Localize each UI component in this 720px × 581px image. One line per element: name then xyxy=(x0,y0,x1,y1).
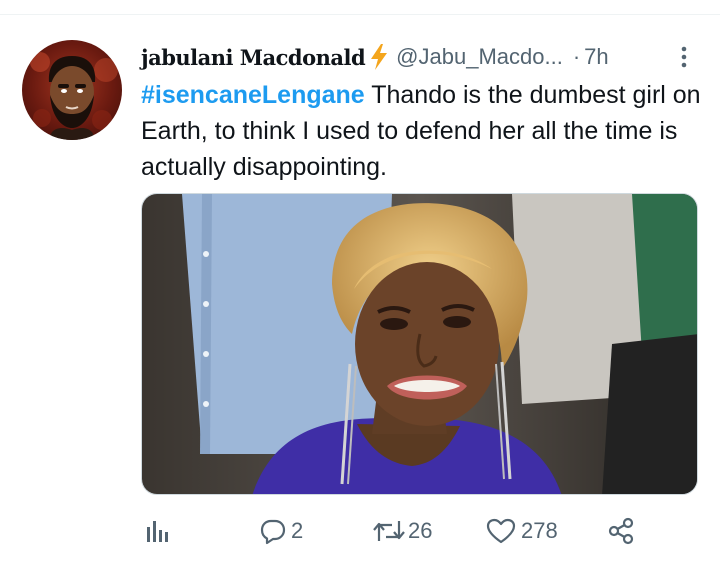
separator-dot: · xyxy=(572,44,581,69)
reply-count: 2 xyxy=(291,518,304,543)
reply-button[interactable]: 2 xyxy=(259,517,303,545)
reply-icon xyxy=(260,519,286,545)
tweet-header: jabulani Macdonald @Jabu_Macdo... · 7h xyxy=(141,40,711,74)
avatar-cartoon-portrait xyxy=(30,52,118,140)
retweet-count: 26 xyxy=(408,518,433,543)
more-options-button[interactable] xyxy=(677,40,691,74)
share-icon xyxy=(608,517,634,545)
like-count: 278 xyxy=(521,518,558,543)
woman-grimacing-photo xyxy=(142,194,697,494)
lightning-bolt-icon xyxy=(368,43,390,71)
retweet-icon xyxy=(373,521,405,541)
share-button[interactable] xyxy=(606,516,636,546)
retweet-button[interactable]: 26 xyxy=(372,517,432,545)
tweet-media-image[interactable] xyxy=(141,193,698,495)
tweet-actions-bar: 2 26 278 xyxy=(141,511,701,551)
like-button[interactable]: 278 xyxy=(486,517,558,545)
display-name[interactable]: jabulani Macdonald xyxy=(141,45,366,70)
user-handle[interactable]: @Jabu_Macdo... xyxy=(396,44,563,70)
more-vertical-icon xyxy=(681,46,687,68)
analytics-button[interactable] xyxy=(145,518,169,544)
avatar[interactable] xyxy=(22,40,122,140)
analytics-icon xyxy=(147,521,168,542)
tweet-card[interactable]: jabulani Macdonald @Jabu_Macdo... · 7h #… xyxy=(0,15,720,581)
tweet-text: #isencaneLengane Thando is the dumbest g… xyxy=(141,77,701,185)
hashtag-link[interactable]: #isencaneLengane xyxy=(141,81,365,109)
heart-icon xyxy=(486,518,516,544)
timestamp[interactable]: 7h xyxy=(584,44,608,70)
